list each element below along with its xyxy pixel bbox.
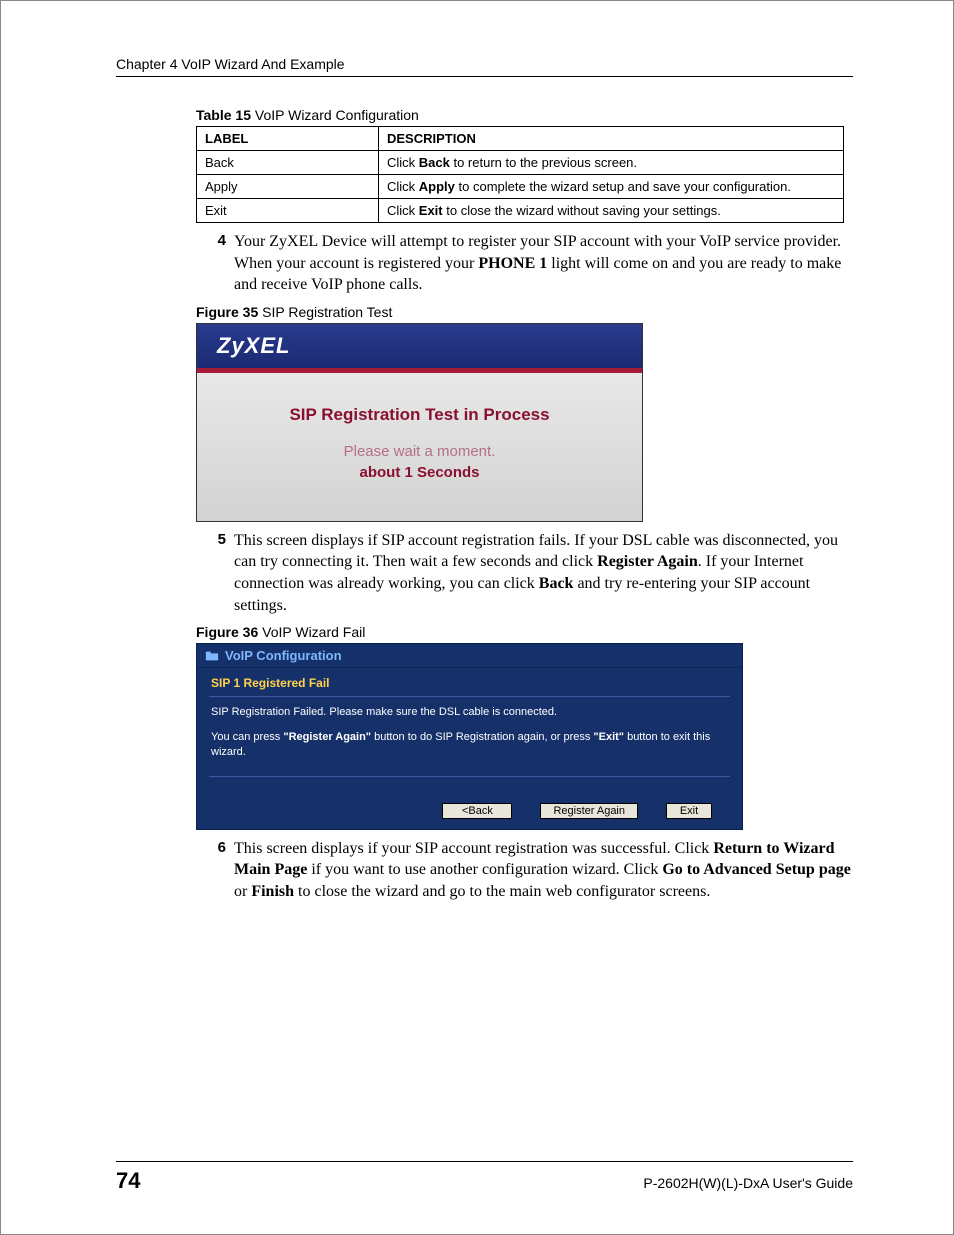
fig35-body: SIP Registration Test in Process Please …	[197, 373, 642, 521]
sip-test-countdown: about 1 Seconds	[197, 464, 642, 481]
bold: Go to Advanced Setup page	[662, 861, 850, 878]
sip-test-heading: SIP Registration Test in Process	[197, 405, 642, 425]
chapter-heading: Chapter 4 VoIP Wizard And Example	[116, 56, 853, 72]
text: You can press	[211, 731, 283, 743]
step-number: 6	[196, 838, 234, 903]
step-list: 5 This screen displays if SIP account re…	[196, 530, 853, 616]
exit-button[interactable]: Exit	[666, 803, 712, 819]
text: to close the wizard and go to the main w…	[294, 883, 710, 900]
text: to complete the wizard setup and save yo…	[455, 179, 791, 194]
header-rule	[116, 76, 853, 77]
col-header-description: DESCRIPTION	[379, 127, 844, 151]
bold: Apply	[419, 179, 455, 194]
cell-label: Apply	[197, 175, 379, 199]
bold: "Register Again"	[283, 731, 371, 743]
figure-36-voip-wizard-fail: VoIP Configuration SIP 1 Registered Fail…	[196, 643, 743, 830]
step-6: 6 This screen displays if your SIP accou…	[196, 838, 853, 903]
bold: "Exit"	[593, 731, 624, 743]
table-row: Apply Click Apply to complete the wizard…	[197, 175, 844, 199]
step-number: 5	[196, 530, 234, 616]
bold: Register Again	[597, 553, 698, 570]
bold: Back	[419, 155, 450, 170]
window-title-bar: VoIP Configuration	[197, 644, 742, 668]
fail-message-1: SIP Registration Failed. Please make sur…	[197, 703, 742, 728]
window-title: VoIP Configuration	[225, 648, 342, 663]
text: to return to the previous screen.	[450, 155, 637, 170]
cell-desc: Click Apply to complete the wizard setup…	[379, 175, 844, 199]
step-4: 4 Your ZyXEL Device will attempt to regi…	[196, 231, 853, 296]
figure-35-caption: Figure 35 SIP Registration Test	[196, 304, 853, 320]
zyxel-logo: ZyXEL	[217, 333, 290, 359]
caption-bold: Table 15	[196, 107, 251, 123]
figure-36-caption: Figure 36 VoIP Wizard Fail	[196, 624, 853, 640]
page-number: 74	[116, 1168, 140, 1194]
voip-wizard-config-table: LABEL DESCRIPTION Back Click Back to ret…	[196, 126, 844, 223]
text: button to do SIP Registration again, or …	[371, 731, 593, 743]
step-number: 4	[196, 231, 234, 296]
step-text: This screen displays if your SIP account…	[234, 838, 853, 903]
cell-label: Exit	[197, 199, 379, 223]
caption-text: SIP Registration Test	[258, 304, 392, 320]
text: if you want to use another configuration…	[307, 861, 662, 878]
text: Click	[387, 155, 419, 170]
bold: PHONE 1	[478, 255, 547, 272]
step-list: 6 This screen displays if your SIP accou…	[196, 838, 853, 903]
step-text: This screen displays if SIP account regi…	[234, 530, 853, 616]
table-header-row: LABEL DESCRIPTION	[197, 127, 844, 151]
col-header-label: LABEL	[197, 127, 379, 151]
cell-desc: Click Back to return to the previous scr…	[379, 151, 844, 175]
divider	[209, 696, 730, 697]
footer-rule	[116, 1161, 853, 1162]
caption-bold: Figure 36	[196, 624, 258, 640]
figure-35-sip-registration-test: ZyXEL SIP Registration Test in Process P…	[196, 323, 643, 522]
cell-label: Back	[197, 151, 379, 175]
register-again-button[interactable]: Register Again	[540, 803, 638, 819]
step-list: 4 Your ZyXEL Device will attempt to regi…	[196, 231, 853, 296]
cell-desc: Click Exit to close the wizard without s…	[379, 199, 844, 223]
text: Click	[387, 179, 419, 194]
text: or	[234, 883, 251, 900]
content-block: Table 15 VoIP Wizard Configuration LABEL…	[196, 107, 853, 902]
table-15-caption: Table 15 VoIP Wizard Configuration	[196, 107, 853, 123]
caption-bold: Figure 35	[196, 304, 258, 320]
page-footer: 74 P-2602H(W)(L)-DxA User's Guide	[116, 1154, 853, 1195]
guide-title: P-2602H(W)(L)-DxA User's Guide	[643, 1175, 853, 1191]
step-5: 5 This screen displays if SIP account re…	[196, 530, 853, 616]
text: to close the wizard without saving your …	[443, 203, 721, 218]
sip-test-wait: Please wait a moment.	[197, 443, 642, 460]
folder-icon	[205, 649, 219, 663]
button-row: <Back Register Again Exit	[209, 776, 730, 823]
document-page: Chapter 4 VoIP Wizard And Example Table …	[0, 0, 954, 1235]
step-text: Your ZyXEL Device will attempt to regist…	[234, 231, 853, 296]
text: This screen displays if your SIP account…	[234, 840, 713, 857]
caption-text: VoIP Wizard Configuration	[251, 107, 419, 123]
table-row: Exit Click Exit to close the wizard with…	[197, 199, 844, 223]
bold: Exit	[419, 203, 443, 218]
fail-message-2: You can press "Register Again" button to…	[197, 728, 742, 768]
table-row: Back Click Back to return to the previou…	[197, 151, 844, 175]
fail-subheading: SIP 1 Registered Fail	[197, 668, 742, 696]
caption-text: VoIP Wizard Fail	[258, 624, 365, 640]
back-button[interactable]: <Back	[442, 803, 512, 819]
brand-bar: ZyXEL	[197, 324, 642, 370]
text: Click	[387, 203, 419, 218]
bold: Finish	[251, 883, 294, 900]
bold: Back	[539, 575, 574, 592]
